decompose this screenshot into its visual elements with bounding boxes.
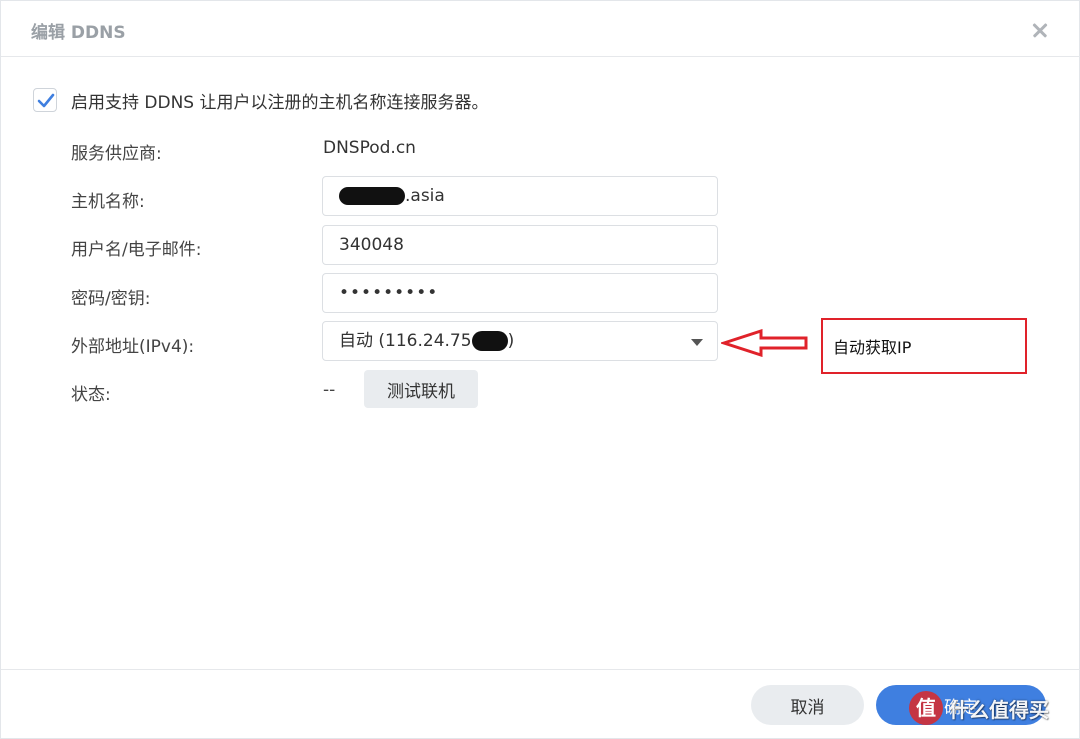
hostname-input[interactable]: .asia [322, 176, 718, 216]
hostname-label: 主机名称: [71, 192, 145, 212]
test-connection-button[interactable]: 测试联机 [364, 370, 478, 408]
external-address-prefix: 自动 (116.24.75 [339, 331, 472, 351]
username-label: 用户名/电子邮件: [71, 240, 202, 260]
annotation-text: 自动获取IP [833, 338, 912, 357]
provider-label: 服务供应商: [71, 144, 162, 164]
status-value: -- [323, 380, 336, 400]
checkmark-icon [37, 93, 55, 108]
password-label: 密码/密钥: [71, 289, 151, 309]
enable-ddns-checkbox[interactable] [33, 88, 57, 112]
external-address-label: 外部地址(IPv4): [71, 337, 195, 357]
cancel-button[interactable]: 取消 [751, 685, 864, 725]
redacted-mark [471, 331, 508, 351]
annotation-arrow-icon [721, 329, 808, 357]
hostname-suffix: .asia [405, 186, 445, 206]
dialog-titlebar: 编辑 DDNS [1, 1, 1080, 57]
dropdown-arrow-icon[interactable] [691, 339, 703, 346]
password-input[interactable]: ••••••••• [322, 273, 718, 313]
close-icon[interactable] [1027, 17, 1053, 43]
enable-ddns-label: 启用支持 DDNS 让用户以注册的主机名称连接服务器。 [71, 92, 489, 113]
watermark-logo: 值 [909, 691, 943, 725]
enable-ddns-row[interactable]: 启用支持 DDNS 让用户以注册的主机名称连接服务器。 [33, 87, 489, 113]
ddns-dialog: 编辑 DDNS 启用支持 DDNS 让用户以注册的主机名称连接服务器。 服务供应… [0, 0, 1080, 739]
status-label: 状态: [71, 385, 111, 405]
external-address-suffix: ) [507, 331, 515, 351]
watermark: 值 什么值得买 [909, 691, 1049, 725]
external-address-select[interactable]: 自动 (116.24.75) [322, 321, 718, 361]
watermark-text: 什么值得买 [949, 697, 1049, 722]
dialog-title: 编辑 DDNS [31, 23, 126, 43]
provider-value: DNSPod.cn [323, 138, 416, 158]
redacted-mark [339, 187, 405, 205]
username-input[interactable]: 340048 [322, 225, 718, 265]
annotation-box: 自动获取IP [821, 318, 1027, 374]
